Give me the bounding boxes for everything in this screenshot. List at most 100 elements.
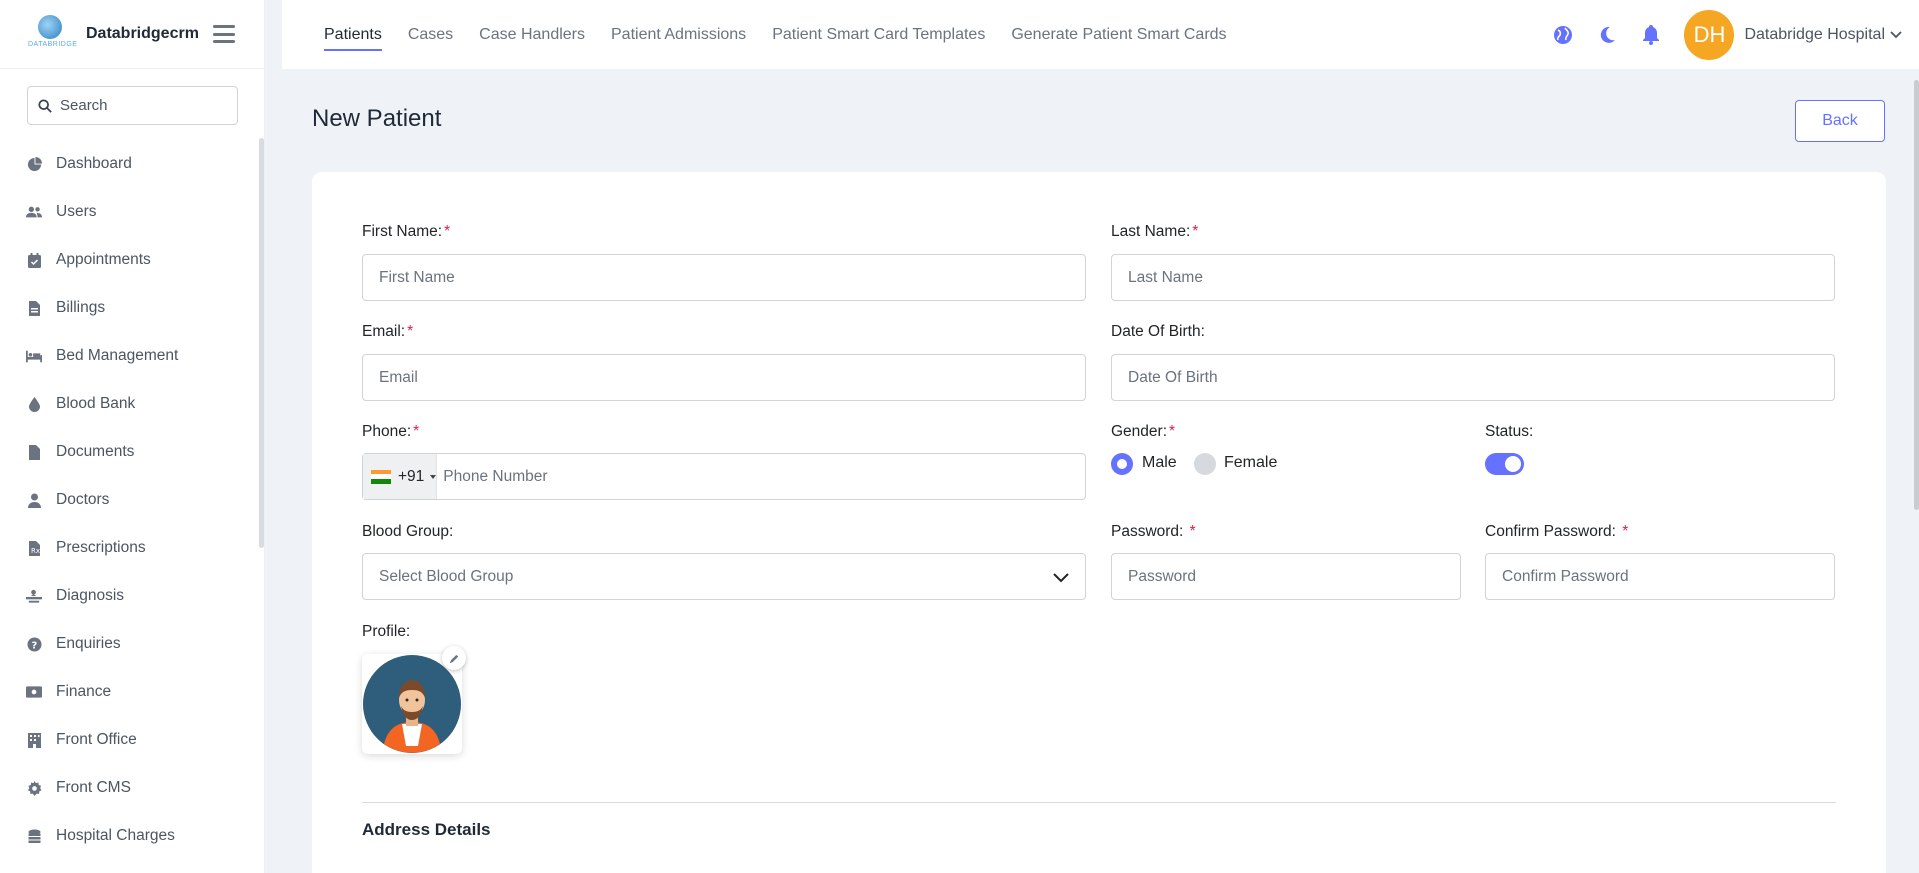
blood-group-label: Blood Group: (362, 523, 454, 540)
sidebar-scrollbar[interactable] (259, 138, 264, 548)
doctor-icon (26, 492, 42, 508)
phone-number-input[interactable] (443, 467, 1085, 486)
sidebar-item-front-cms[interactable]: Front CMS (0, 764, 255, 812)
svg-text:?: ? (31, 640, 37, 651)
confirm-password-label: Confirm Password: * (1485, 523, 1629, 540)
blood-group-select[interactable]: Select Blood Group (362, 553, 1086, 600)
sidebar-item-label: Diagnosis (56, 587, 125, 604)
sidebar-item-label: Blood Bank (56, 395, 136, 412)
india-flag-icon (371, 469, 391, 484)
module-tabs: Patients Cases Case Handlers Patient Adm… (324, 0, 1253, 69)
dark-mode-moon-icon[interactable] (1596, 24, 1618, 46)
coins-icon (26, 828, 42, 844)
status-label: Status: (1485, 423, 1534, 440)
sidebar-menu: Dashboard Users Appointments Billings Be… (0, 140, 255, 860)
phone-label: Phone: * (362, 423, 420, 440)
brand-logo[interactable]: DATABRIDGE (24, 11, 78, 57)
status-toggle[interactable] (1485, 453, 1524, 475)
chevron-down-icon[interactable] (1889, 28, 1903, 42)
sidebar-item-doctors[interactable]: Doctors (0, 476, 255, 524)
sidebar-item-label: Front Office (56, 731, 137, 748)
hamburger-menu-icon[interactable] (212, 25, 235, 43)
phone-field: +91 (362, 453, 1086, 500)
page-scrollbar[interactable] (1914, 80, 1919, 510)
sidebar-item-dashboard[interactable]: Dashboard (0, 140, 255, 188)
sidebar-item-blood-bank[interactable]: Blood Bank (0, 380, 255, 428)
password-input[interactable] (1128, 567, 1460, 586)
sidebar-item-hospital-charges[interactable]: Hospital Charges (0, 812, 255, 860)
password-label: Password: * (1111, 523, 1196, 540)
prescription-icon: Rx (26, 540, 42, 556)
dob-input[interactable] (1128, 368, 1834, 387)
confirm-password-input[interactable] (1502, 567, 1834, 586)
first-name-label: First Name: * (362, 223, 451, 240)
gender-female-radio[interactable] (1194, 453, 1216, 475)
notification-bell-icon[interactable] (1640, 24, 1662, 46)
sidebar-item-documents[interactable]: Documents (0, 428, 255, 476)
sidebar-item-label: Prescriptions (56, 539, 146, 556)
sidebar-item-enquiries[interactable]: ? Enquiries (0, 620, 255, 668)
email-field (362, 354, 1086, 401)
sidebar: DATABRIDGE Databridgecrm Dashboard Users… (0, 0, 265, 873)
sidebar-item-billings[interactable]: Billings (0, 284, 255, 332)
profile-label: Profile: (362, 623, 411, 640)
first-name-input[interactable] (379, 268, 1085, 287)
email-label: Email: * (362, 323, 414, 340)
dob-field (1111, 354, 1835, 401)
money-bill-icon (26, 684, 42, 700)
tab-cases[interactable]: Cases (408, 0, 453, 69)
tab-patient-smart-card-templates[interactable]: Patient Smart Card Templates (772, 0, 985, 69)
document-icon (26, 444, 42, 460)
country-code-selector[interactable]: +91 (363, 454, 438, 499)
patient-form-card: First Name:* Last Name:* Email:* Date Of… (312, 172, 1886, 873)
sidebar-item-label: Appointments (56, 251, 151, 268)
email-input[interactable] (379, 368, 1085, 387)
last-name-input[interactable] (1128, 268, 1834, 287)
confirm-password-field (1485, 553, 1835, 600)
sidebar-item-prescriptions[interactable]: Rx Prescriptions (0, 524, 255, 572)
default-avatar-icon (363, 655, 461, 753)
file-invoice-icon (26, 300, 42, 316)
dob-label: Date Of Birth: (1111, 323, 1205, 340)
sidebar-item-label: Finance (56, 683, 112, 700)
tab-patients[interactable]: Patients (324, 0, 382, 69)
tab-case-handlers[interactable]: Case Handlers (479, 0, 585, 69)
gender-label: Gender: * (1111, 423, 1176, 440)
address-details-heading: Address Details (362, 820, 491, 839)
diagnosis-icon (26, 588, 42, 604)
back-button[interactable]: Back (1795, 100, 1885, 142)
brand-header: DATABRIDGE Databridgecrm (0, 0, 264, 69)
tab-generate-patient-smart-cards[interactable]: Generate Patient Smart Cards (1011, 0, 1226, 69)
last-name-label: Last Name: * (1111, 223, 1199, 240)
sidebar-item-users[interactable]: Users (0, 188, 255, 236)
sidebar-item-appointments[interactable]: Appointments (0, 236, 255, 284)
gender-male-radio[interactable] (1111, 453, 1133, 475)
sidebar-item-finance[interactable]: Finance (0, 668, 255, 716)
blood-group-value: Select Blood Group (379, 567, 514, 585)
first-name-field (362, 254, 1086, 301)
sidebar-item-diagnosis[interactable]: Diagnosis (0, 572, 255, 620)
tab-patient-admissions[interactable]: Patient Admissions (611, 0, 746, 69)
dial-code: +91 (398, 467, 425, 485)
pie-chart-icon (26, 156, 42, 172)
question-circle-icon: ? (26, 636, 42, 652)
language-globe-icon[interactable] (1552, 24, 1574, 46)
chevron-down-icon (1053, 573, 1069, 583)
sidebar-item-label: Users (56, 203, 97, 220)
user-avatar[interactable]: DH (1684, 9, 1735, 60)
password-field (1111, 553, 1461, 600)
sidebar-item-label: Documents (56, 443, 135, 460)
building-icon (26, 732, 42, 748)
top-actions: DH Databridge Hospital (1552, 0, 1919, 69)
sidebar-item-front-office[interactable]: Front Office (0, 716, 255, 764)
profile-image-preview[interactable] (362, 654, 462, 754)
sidebar-item-bed-management[interactable]: Bed Management (0, 332, 255, 380)
logo-tagline: DATABRIDGE (28, 41, 78, 48)
sidebar-item-label: Billings (56, 299, 106, 316)
sidebar-item-label: Hospital Charges (56, 827, 175, 844)
edit-profile-pencil-icon[interactable] (442, 646, 466, 670)
sidebar-item-label: Doctors (56, 491, 110, 508)
sidebar-search-input[interactable] (60, 97, 220, 114)
caret-down-icon (430, 474, 437, 479)
user-name[interactable]: Databridge Hospital (1744, 26, 1885, 44)
